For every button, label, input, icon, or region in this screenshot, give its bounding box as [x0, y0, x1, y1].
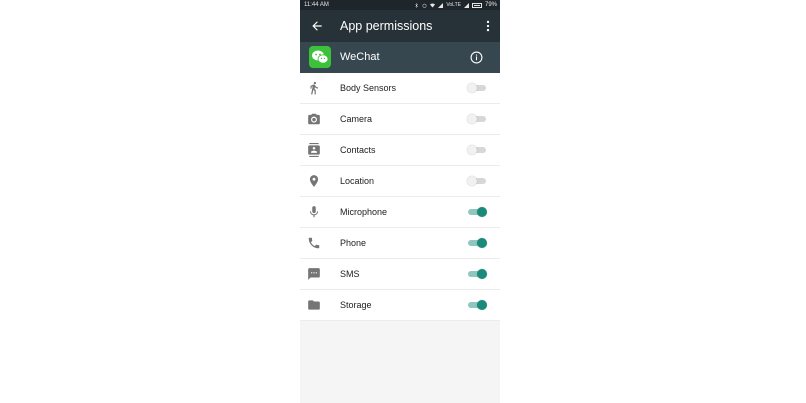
- permission-toggle[interactable]: [468, 300, 487, 310]
- phone-icon: [308, 237, 320, 249]
- permission-row-contacts[interactable]: Contacts: [300, 135, 500, 166]
- permission-label: Phone: [340, 238, 367, 248]
- permission-toggle[interactable]: [468, 207, 487, 217]
- folder-icon: [308, 300, 320, 310]
- bluetooth-icon: [415, 2, 419, 8]
- walk-icon: [310, 81, 319, 95]
- permission-row-microphone[interactable]: Microphone: [300, 197, 500, 228]
- status-bar: 11:44 AM VoLTE 79%: [300, 0, 500, 10]
- signal-icon-2: [463, 2, 469, 8]
- permission-toggle[interactable]: [467, 176, 486, 186]
- permission-label: Contacts: [340, 145, 376, 155]
- more-vert-icon[interactable]: [484, 19, 492, 33]
- permission-label: Storage: [340, 300, 372, 310]
- camera-icon: [308, 113, 320, 125]
- status-time: 11:44 AM: [304, 2, 329, 8]
- page-title: App permissions: [340, 19, 433, 33]
- permission-row-sms[interactable]: SMS: [300, 259, 500, 290]
- volte-label: VoLTE: [446, 2, 461, 8]
- permission-toggle[interactable]: [468, 269, 487, 279]
- status-icons: VoLTE 79%: [414, 0, 497, 10]
- phone-screen: 11:44 AM VoLTE 79% App permissions WeCha…: [300, 0, 500, 403]
- permission-label: SMS: [340, 269, 360, 279]
- permission-row-camera[interactable]: Camera: [300, 104, 500, 135]
- battery-icon: [471, 2, 482, 8]
- permission-label: Microphone: [340, 207, 388, 217]
- permission-row-body-sensors[interactable]: Body Sensors: [300, 73, 500, 104]
- permissions-list: Body Sensors Camera Contacts Location Mi…: [300, 73, 500, 321]
- permission-row-phone[interactable]: Phone: [300, 228, 500, 259]
- sms-icon: [308, 268, 320, 280]
- signal-icon: [438, 2, 444, 8]
- arrow-back-icon[interactable]: [310, 19, 324, 33]
- alarm-icon: [422, 3, 427, 8]
- wifi-icon: [430, 2, 436, 8]
- app-bar: App permissions: [300, 10, 500, 42]
- permission-toggle[interactable]: [467, 83, 486, 93]
- permission-label: Camera: [340, 114, 373, 124]
- permission-label: Body Sensors: [340, 83, 397, 93]
- app-name: WeChat: [340, 51, 380, 63]
- permission-toggle[interactable]: [467, 145, 486, 155]
- permission-toggle[interactable]: [468, 238, 487, 248]
- battery-level: 79%: [484, 2, 497, 8]
- permission-toggle[interactable]: [467, 114, 486, 124]
- microphone-icon: [309, 206, 319, 218]
- permission-row-location[interactable]: Location: [300, 166, 500, 197]
- permission-label: Location: [340, 176, 375, 186]
- permission-row-storage[interactable]: Storage: [300, 290, 500, 321]
- location-icon: [309, 175, 319, 187]
- wechat-logo: [309, 46, 331, 68]
- contacts-icon: [308, 143, 320, 157]
- app-header: WeChat: [300, 42, 500, 73]
- info-icon[interactable]: [470, 51, 483, 64]
- wechat-bubbles-icon: [312, 50, 329, 64]
